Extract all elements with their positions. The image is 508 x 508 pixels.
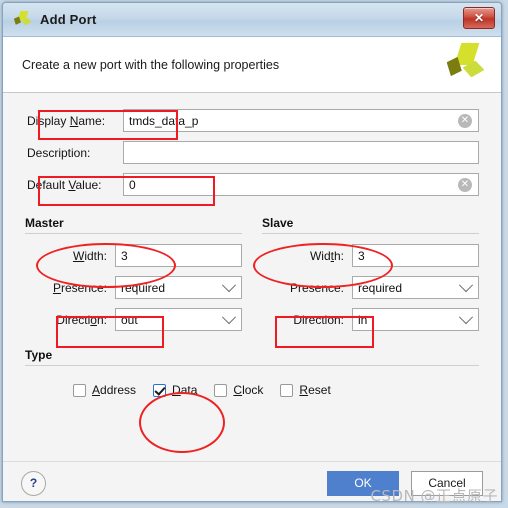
slave-width-row: Width: 3	[262, 244, 479, 267]
chevron-down-icon	[458, 277, 474, 292]
master-group-title: Master	[25, 216, 64, 230]
master-width-label: Width:	[72, 248, 107, 263]
slave-presence-value: required	[358, 280, 403, 295]
xilinx-logo-large-icon	[445, 43, 487, 85]
divider	[262, 233, 479, 234]
slave-direction-label: Direction:	[293, 312, 344, 327]
checkbox-box[interactable]	[214, 383, 228, 397]
checkbox-box[interactable]	[280, 383, 294, 397]
top-fields: Display Name: tmds_data_p ✕ Description:…	[3, 93, 501, 196]
master-direction-select[interactable]: out	[115, 308, 242, 331]
description-input[interactable]	[123, 141, 479, 164]
chevron-down-icon	[458, 309, 474, 324]
slave-width-input[interactable]: 3	[352, 244, 479, 267]
slave-width-label: Width:	[309, 248, 344, 263]
title-bar: Add Port ✕	[3, 3, 501, 37]
checkbox-label: Reset	[299, 383, 331, 397]
checkbox-label: Clock	[233, 383, 264, 397]
slave-direction-row: Direction: in	[262, 308, 479, 331]
display-name-input[interactable]: tmds_data_p ✕	[123, 109, 479, 132]
type-group-title: Type	[25, 348, 53, 362]
clear-icon[interactable]: ✕	[458, 177, 472, 192]
type-section: Type Address Data Clock Reset	[3, 340, 501, 397]
add-port-dialog: Add Port ✕ Create a new port with the fo…	[2, 2, 502, 502]
help-icon[interactable]: ?	[21, 470, 46, 496]
divider	[25, 233, 242, 234]
master-presence-select[interactable]: required	[115, 276, 242, 299]
checkbox-label: Data	[172, 383, 198, 397]
master-presence-row: Presence: required	[25, 276, 242, 299]
dialog-header: Create a new port with the following pro…	[3, 37, 501, 93]
display-name-value: tmds_data_p	[129, 113, 199, 128]
master-direction-value: out	[121, 312, 138, 327]
default-value-input[interactable]: 0 ✕	[123, 173, 479, 196]
master-width-value: 3	[121, 248, 128, 263]
chevron-down-icon	[221, 277, 237, 292]
default-value-label: Default Value:	[27, 177, 102, 192]
master-direction-row: Direction: out	[25, 308, 242, 331]
checkbox-box[interactable]	[153, 383, 167, 397]
footer-buttons: OK Cancel	[327, 470, 483, 496]
description-label: Description:	[27, 145, 91, 160]
display-name-label: Display Name:	[27, 113, 106, 128]
slave-presence-row: Presence: required	[262, 276, 479, 299]
checkbox-address[interactable]: Address	[73, 383, 136, 397]
chevron-down-icon	[221, 309, 237, 324]
xilinx-logo-icon	[13, 10, 33, 29]
slave-group-title: Slave	[262, 216, 294, 230]
dialog-description: Create a new port with the following pro…	[22, 57, 280, 72]
close-icon[interactable]: ✕	[463, 7, 495, 29]
type-checkbox-row: Address Data Clock Reset	[25, 383, 479, 397]
default-value-value: 0	[129, 177, 136, 192]
master-presence-value: required	[121, 280, 166, 295]
divider	[25, 365, 479, 366]
dialog-footer: ? OK Cancel	[3, 461, 501, 501]
slave-direction-select[interactable]: in	[352, 308, 479, 331]
field-row-display-name: Display Name: tmds_data_p ✕	[25, 109, 479, 132]
cancel-button[interactable]: Cancel	[411, 470, 483, 496]
master-presence-label: Presence:	[52, 280, 107, 295]
master-width-input[interactable]: 3	[115, 244, 242, 267]
slave-group: Slave Width: 3 Presence: required Direct…	[262, 216, 479, 340]
master-width-row: Width: 3	[25, 244, 242, 267]
checkbox-label: Address	[92, 383, 137, 397]
master-direction-label: Direction:	[56, 312, 107, 327]
window-title: Add Port	[40, 12, 97, 27]
clear-icon[interactable]: ✕	[458, 113, 472, 128]
master-slave-section: Master Width: 3 Presence: required Direc…	[3, 205, 501, 340]
ok-button[interactable]: OK	[327, 470, 399, 496]
master-group: Master Width: 3 Presence: required Direc…	[25, 216, 242, 340]
field-row-description: Description:	[25, 141, 479, 164]
field-row-default-value: Default Value: 0 ✕	[25, 173, 479, 196]
slave-presence-label: Presence:	[289, 280, 344, 295]
slave-width-value: 3	[358, 248, 365, 263]
slave-presence-select[interactable]: required	[352, 276, 479, 299]
checkbox-data[interactable]: Data	[153, 383, 197, 397]
checkbox-clock[interactable]: Clock	[214, 383, 263, 397]
dialog-content: Display Name: tmds_data_p ✕ Description:…	[3, 93, 501, 461]
slave-direction-value: in	[358, 312, 368, 327]
checkbox-reset[interactable]: Reset	[280, 383, 331, 397]
checkbox-box[interactable]	[73, 383, 86, 397]
